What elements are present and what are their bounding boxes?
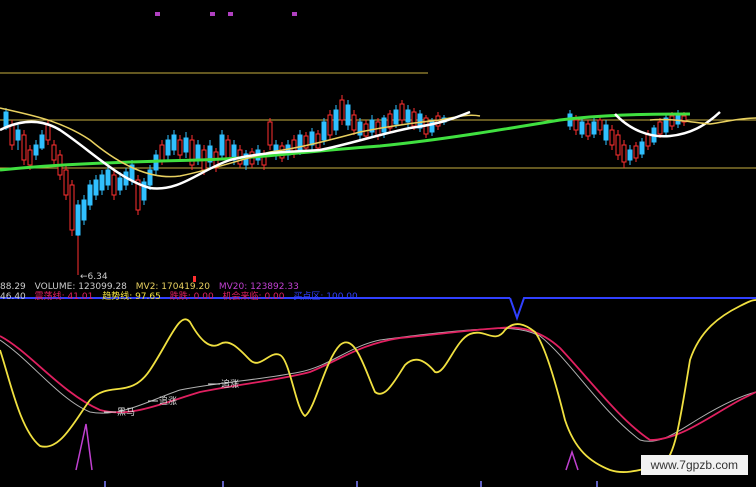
signal-line-right bbox=[509, 297, 756, 322]
candle-body bbox=[177, 139, 183, 156]
candle-body bbox=[75, 204, 81, 236]
annotation-zhuizhang-2: 追涨 bbox=[221, 378, 239, 390]
candle-body bbox=[171, 134, 177, 151]
candle-body bbox=[351, 114, 357, 131]
candle-body bbox=[591, 121, 597, 135]
indicator-drop: 跌跌: 0.00 bbox=[169, 292, 214, 302]
candle-body bbox=[381, 117, 387, 133]
candle-body bbox=[393, 109, 399, 125]
indicator-trend: 趋势线: 97.65 bbox=[102, 292, 161, 302]
osc-yellow-line bbox=[0, 299, 756, 473]
annotation-zhuizhang-1: 追涨 bbox=[159, 395, 177, 407]
candle-body bbox=[621, 144, 627, 163]
marker-dot-2 bbox=[210, 12, 215, 16]
candle-body bbox=[627, 149, 633, 161]
x-axis-ticks bbox=[104, 481, 598, 487]
candle-body bbox=[15, 129, 21, 141]
candle-body bbox=[333, 109, 339, 131]
indicator-opportunity: 机会来临: 0.00 bbox=[222, 292, 285, 302]
candle-body bbox=[297, 134, 303, 151]
low-price-marker: ←6.34 bbox=[80, 272, 108, 282]
candle-body bbox=[63, 169, 69, 196]
candle-body bbox=[45, 124, 51, 141]
candle-body bbox=[597, 119, 603, 131]
candle-body bbox=[405, 109, 411, 123]
candle-body bbox=[147, 169, 153, 186]
candle-body bbox=[51, 144, 57, 161]
candle-body bbox=[99, 174, 105, 191]
candle-body bbox=[399, 103, 405, 121]
indicator-left-value: 46.40 bbox=[0, 292, 26, 302]
candle-body bbox=[219, 134, 225, 156]
candle-body bbox=[267, 121, 273, 146]
candle-body bbox=[339, 99, 345, 121]
candle-body bbox=[93, 179, 99, 196]
osc-gray-line bbox=[0, 327, 756, 442]
candle-body bbox=[603, 124, 609, 141]
osc-red-line bbox=[0, 326, 756, 441]
indicator-info-row: 46.40 震荡线: 41.01 趋势线: 97.65 跌跌: 0.00 机会来… bbox=[0, 289, 364, 302]
spike-purple-2 bbox=[565, 449, 579, 471]
candle-body bbox=[81, 199, 87, 221]
candle-body bbox=[345, 104, 351, 126]
candle-body bbox=[33, 144, 39, 156]
marker-dot-1 bbox=[155, 12, 160, 16]
stock-chart[interactable]: ←6.34 黑马 追涨 追涨 bbox=[0, 0, 756, 487]
candle-body bbox=[105, 169, 111, 186]
marker-dot-4 bbox=[292, 12, 297, 16]
candle-body bbox=[9, 124, 15, 146]
candle-body bbox=[111, 174, 117, 196]
indicator-oscillator: 震荡线: 41.01 bbox=[34, 292, 94, 302]
candle-body bbox=[69, 184, 75, 231]
candle-body bbox=[39, 134, 45, 149]
candle-body bbox=[27, 149, 33, 166]
candle-body bbox=[585, 123, 591, 137]
candle-body bbox=[315, 133, 321, 149]
candle-body bbox=[327, 114, 333, 136]
candle-body bbox=[615, 134, 621, 156]
candle-body bbox=[657, 121, 663, 135]
candle-body bbox=[195, 144, 201, 161]
annotation-heima: 黑马 bbox=[117, 407, 135, 418]
candle-body bbox=[21, 134, 27, 161]
indicator-buy-zone: 买点区: 100.00 bbox=[293, 292, 358, 302]
candle-body bbox=[159, 144, 165, 161]
candle-body bbox=[87, 184, 93, 206]
spike-purple-1 bbox=[75, 423, 93, 471]
candle-body bbox=[579, 121, 585, 135]
candle-body bbox=[225, 139, 231, 159]
candle-body bbox=[573, 119, 579, 131]
candle-body bbox=[669, 115, 675, 127]
candle-body bbox=[633, 145, 639, 159]
candle-body bbox=[639, 141, 645, 155]
watermark: www.7gpzb.com bbox=[640, 455, 748, 475]
candle-body bbox=[183, 137, 189, 153]
candle-body bbox=[165, 139, 171, 156]
candle-body bbox=[609, 129, 615, 146]
candle-body bbox=[321, 121, 327, 141]
candle-body bbox=[117, 177, 123, 191]
marker-dot-3 bbox=[228, 12, 233, 16]
